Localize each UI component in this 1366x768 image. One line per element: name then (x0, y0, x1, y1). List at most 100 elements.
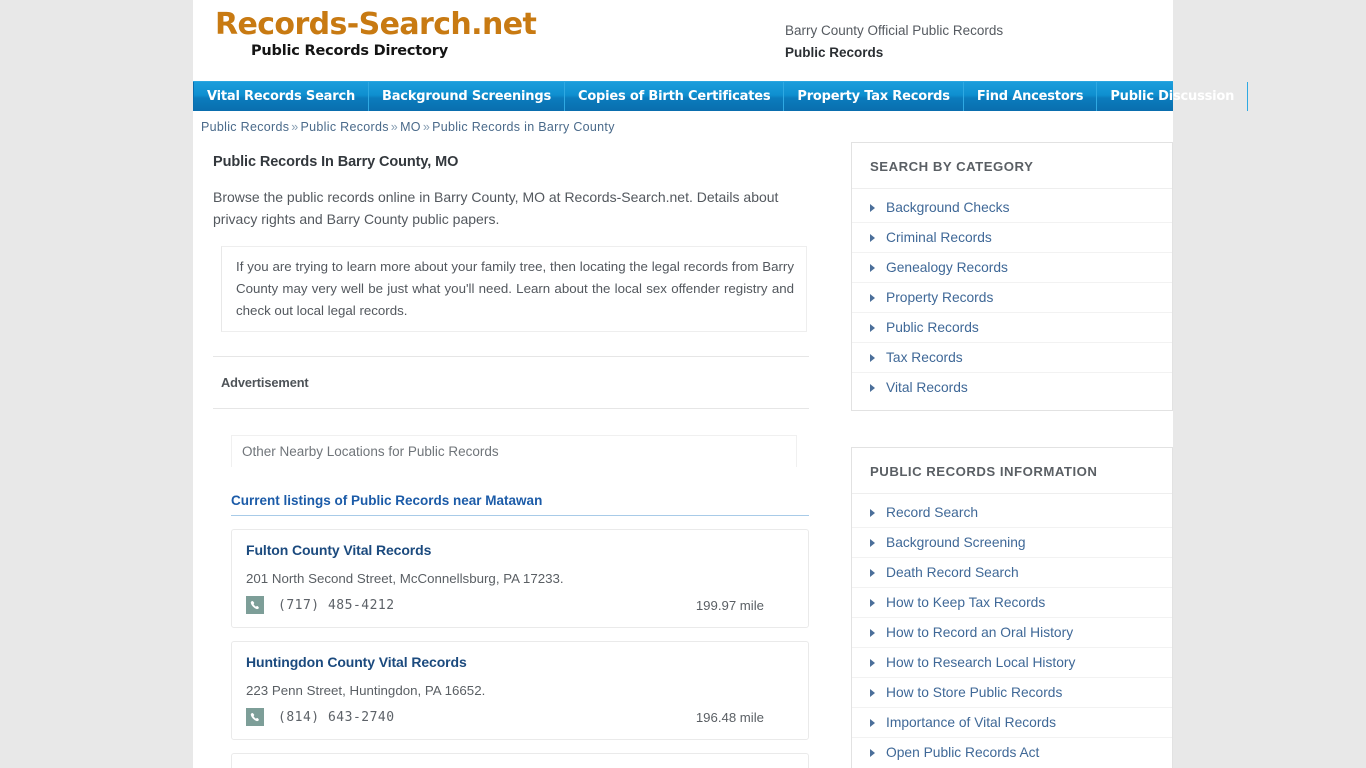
sidebar-item-tax-records[interactable]: Tax Records (852, 343, 1172, 372)
sidebar-item-label: How to Keep Tax Records (886, 595, 1046, 610)
listing-card[interactable]: Fulton County Vital Records 201 North Se… (231, 529, 809, 628)
sidebar-item-genealogy-records[interactable]: Genealogy Records (852, 253, 1172, 282)
listing-phone[interactable]: (717) 485-4212 (278, 598, 395, 613)
site-header: Records-Search.net Public Records Direct… (193, 0, 1173, 81)
sidebar-item-label: Background Checks (886, 200, 1010, 215)
chevron-right-icon (870, 233, 875, 242)
logo-main-text: Records-Search.net (215, 7, 537, 42)
listing-card[interactable]: Huntingdon County Vital Records 223 Penn… (231, 641, 809, 740)
breadcrumb-item-2[interactable]: Public Records (301, 120, 389, 134)
list-item: How to Store Public Records (852, 678, 1172, 708)
breadcrumb-item-3[interactable]: MO (400, 120, 421, 134)
breadcrumb-separator: » (291, 120, 299, 134)
listings-heading: Current listings of Public Records near … (231, 493, 809, 516)
sidebar-item-label: Background Screening (886, 535, 1026, 550)
sidebar-item-how-to-record-an-oral-history[interactable]: How to Record an Oral History (852, 618, 1172, 647)
sidebar-box-search-by-category: SEARCH BY CATEGORY Background Checks Cri… (851, 142, 1173, 411)
listing-title[interactable]: Huntingdon County Vital Records (246, 654, 794, 670)
list-item: Importance of Vital Records (852, 708, 1172, 738)
list-item: Genealogy Records (852, 253, 1172, 283)
chevron-right-icon (870, 383, 875, 392)
chevron-right-icon (870, 658, 875, 667)
listing-footer: (814) 643-2740 196.48 mile (246, 708, 794, 726)
sidebar-item-label: How to Store Public Records (886, 685, 1063, 700)
sidebar-item-background-checks[interactable]: Background Checks (852, 193, 1172, 222)
list-item: Property Records (852, 283, 1172, 313)
intro-paragraph: Browse the public records online in Barr… (213, 189, 779, 227)
list-item: Open Public Records Act (852, 738, 1172, 767)
advertisement-label: Advertisement (221, 375, 309, 390)
site-container: Records-Search.net Public Records Direct… (193, 0, 1249, 768)
sidebar-item-label: Genealogy Records (886, 260, 1008, 275)
sidebar-item-how-to-keep-tax-records[interactable]: How to Keep Tax Records (852, 588, 1172, 617)
sidebar-item-criminal-records[interactable]: Criminal Records (852, 223, 1172, 252)
sidebar-item-importance-of-vital-records[interactable]: Importance of Vital Records (852, 708, 1172, 737)
sidebar-item-label: Vital Records (886, 380, 968, 395)
list-item: How to Keep Tax Records (852, 588, 1172, 618)
listing-phone-group: (814) 643-2740 (246, 708, 395, 726)
chevron-right-icon (870, 538, 875, 547)
listing-phone[interactable]: (814) 643-2740 (278, 710, 395, 725)
list-item: Record Search (852, 498, 1172, 528)
chevron-right-icon (870, 203, 875, 212)
sidebar-item-label: Open Public Records Act (886, 745, 1040, 760)
sidebar-item-death-record-search[interactable]: Death Record Search (852, 558, 1172, 587)
sidebar-item-label: How to Research Local History (886, 655, 1076, 670)
breadcrumb-item-1[interactable]: Public Records (201, 120, 289, 134)
phone-icon (246, 596, 264, 614)
sidebar-item-property-records[interactable]: Property Records (852, 283, 1172, 312)
sidebar-item-label: Property Records (886, 290, 994, 305)
list-item: How to Research Local History (852, 648, 1172, 678)
breadcrumb-separator: » (390, 120, 399, 134)
list-item: Public Records (852, 313, 1172, 343)
logo-sub-text: Public Records Directory (251, 43, 448, 59)
nav-filler (1248, 82, 1274, 111)
header-county-title: Barry County Official Public Records (785, 23, 1004, 38)
sidebar-item-label: Importance of Vital Records (886, 715, 1056, 730)
listing-phone-group: (717) 485-4212 (246, 596, 395, 614)
sidebar-item-open-public-records-act[interactable]: Open Public Records Act (852, 738, 1172, 767)
sidebar-item-how-to-research-local-history[interactable]: How to Research Local History (852, 648, 1172, 677)
list-item: How to Record an Oral History (852, 618, 1172, 648)
chevron-right-icon (870, 628, 875, 637)
nav-item-find-ancestors[interactable]: Find Ancestors (964, 82, 1098, 111)
breadcrumb-separator: » (422, 120, 431, 134)
sidebar-item-vital-records[interactable]: Vital Records (852, 373, 1172, 402)
nav-item-copies-of-birth-certificates[interactable]: Copies of Birth Certificates (565, 82, 785, 111)
sidebar-item-label: Public Records (886, 320, 979, 335)
list-item: Vital Records (852, 373, 1172, 402)
sidebar-item-how-to-store-public-records[interactable]: How to Store Public Records (852, 678, 1172, 707)
list-item: Death Record Search (852, 558, 1172, 588)
list-item: Tax Records (852, 343, 1172, 373)
chevron-right-icon (870, 688, 875, 697)
page-root: Records-Search.net Public Records Direct… (0, 0, 1366, 768)
breadcrumb: Public Records» Public Records» MO» Public … (193, 111, 1173, 142)
main-column: Public Records In Barry County, MO Brows… (201, 142, 823, 768)
sidebar-item-record-search[interactable]: Record Search (852, 498, 1172, 527)
nav-item-public-discussion[interactable]: Public Discussion (1097, 82, 1249, 111)
advertisement-divider (213, 408, 809, 409)
chevron-right-icon (870, 748, 875, 757)
sidebar-box-public-records-information: PUBLIC RECORDS INFORMATION Record Search… (851, 447, 1173, 768)
listing-card[interactable]: Washington County Vital Records 100 W. W… (231, 753, 809, 768)
list-item: Criminal Records (852, 223, 1172, 253)
listing-address: 223 Penn Street, Huntingdon, PA 16652. (246, 683, 486, 698)
listing-distance: 196.48 mile (695, 709, 764, 725)
sidebar-item-background-screening[interactable]: Background Screening (852, 528, 1172, 557)
listing-title[interactable]: Fulton County Vital Records (246, 542, 794, 558)
site-logo[interactable]: Records-Search.net Public Records Direct… (215, 7, 537, 60)
sidebar-item-label: Tax Records (886, 350, 963, 365)
header-title-block: Barry County Official Public Records Pub… (753, 20, 1153, 64)
nav-item-property-tax-records[interactable]: Property Tax Records (784, 82, 964, 111)
sidebar-item-label: Criminal Records (886, 230, 992, 245)
nav-item-background-screenings[interactable]: Background Screenings (369, 82, 565, 111)
other-nearby-locations-box[interactable]: Other Nearby Locations for Public Record… (231, 435, 797, 467)
sidebar-box-title: PUBLIC RECORDS INFORMATION (852, 448, 1172, 494)
sidebar-item-label: Death Record Search (886, 565, 1019, 580)
chevron-right-icon (870, 323, 875, 332)
nav-item-vital-records-search[interactable]: Vital Records Search (193, 82, 370, 111)
sidebar-item-label: How to Record an Oral History (886, 625, 1074, 640)
sidebar-item-public-records[interactable]: Public Records (852, 313, 1172, 342)
header-subtitle: Public Records (785, 45, 884, 60)
breadcrumb-item-current: Public Records in Barry County (432, 120, 615, 134)
